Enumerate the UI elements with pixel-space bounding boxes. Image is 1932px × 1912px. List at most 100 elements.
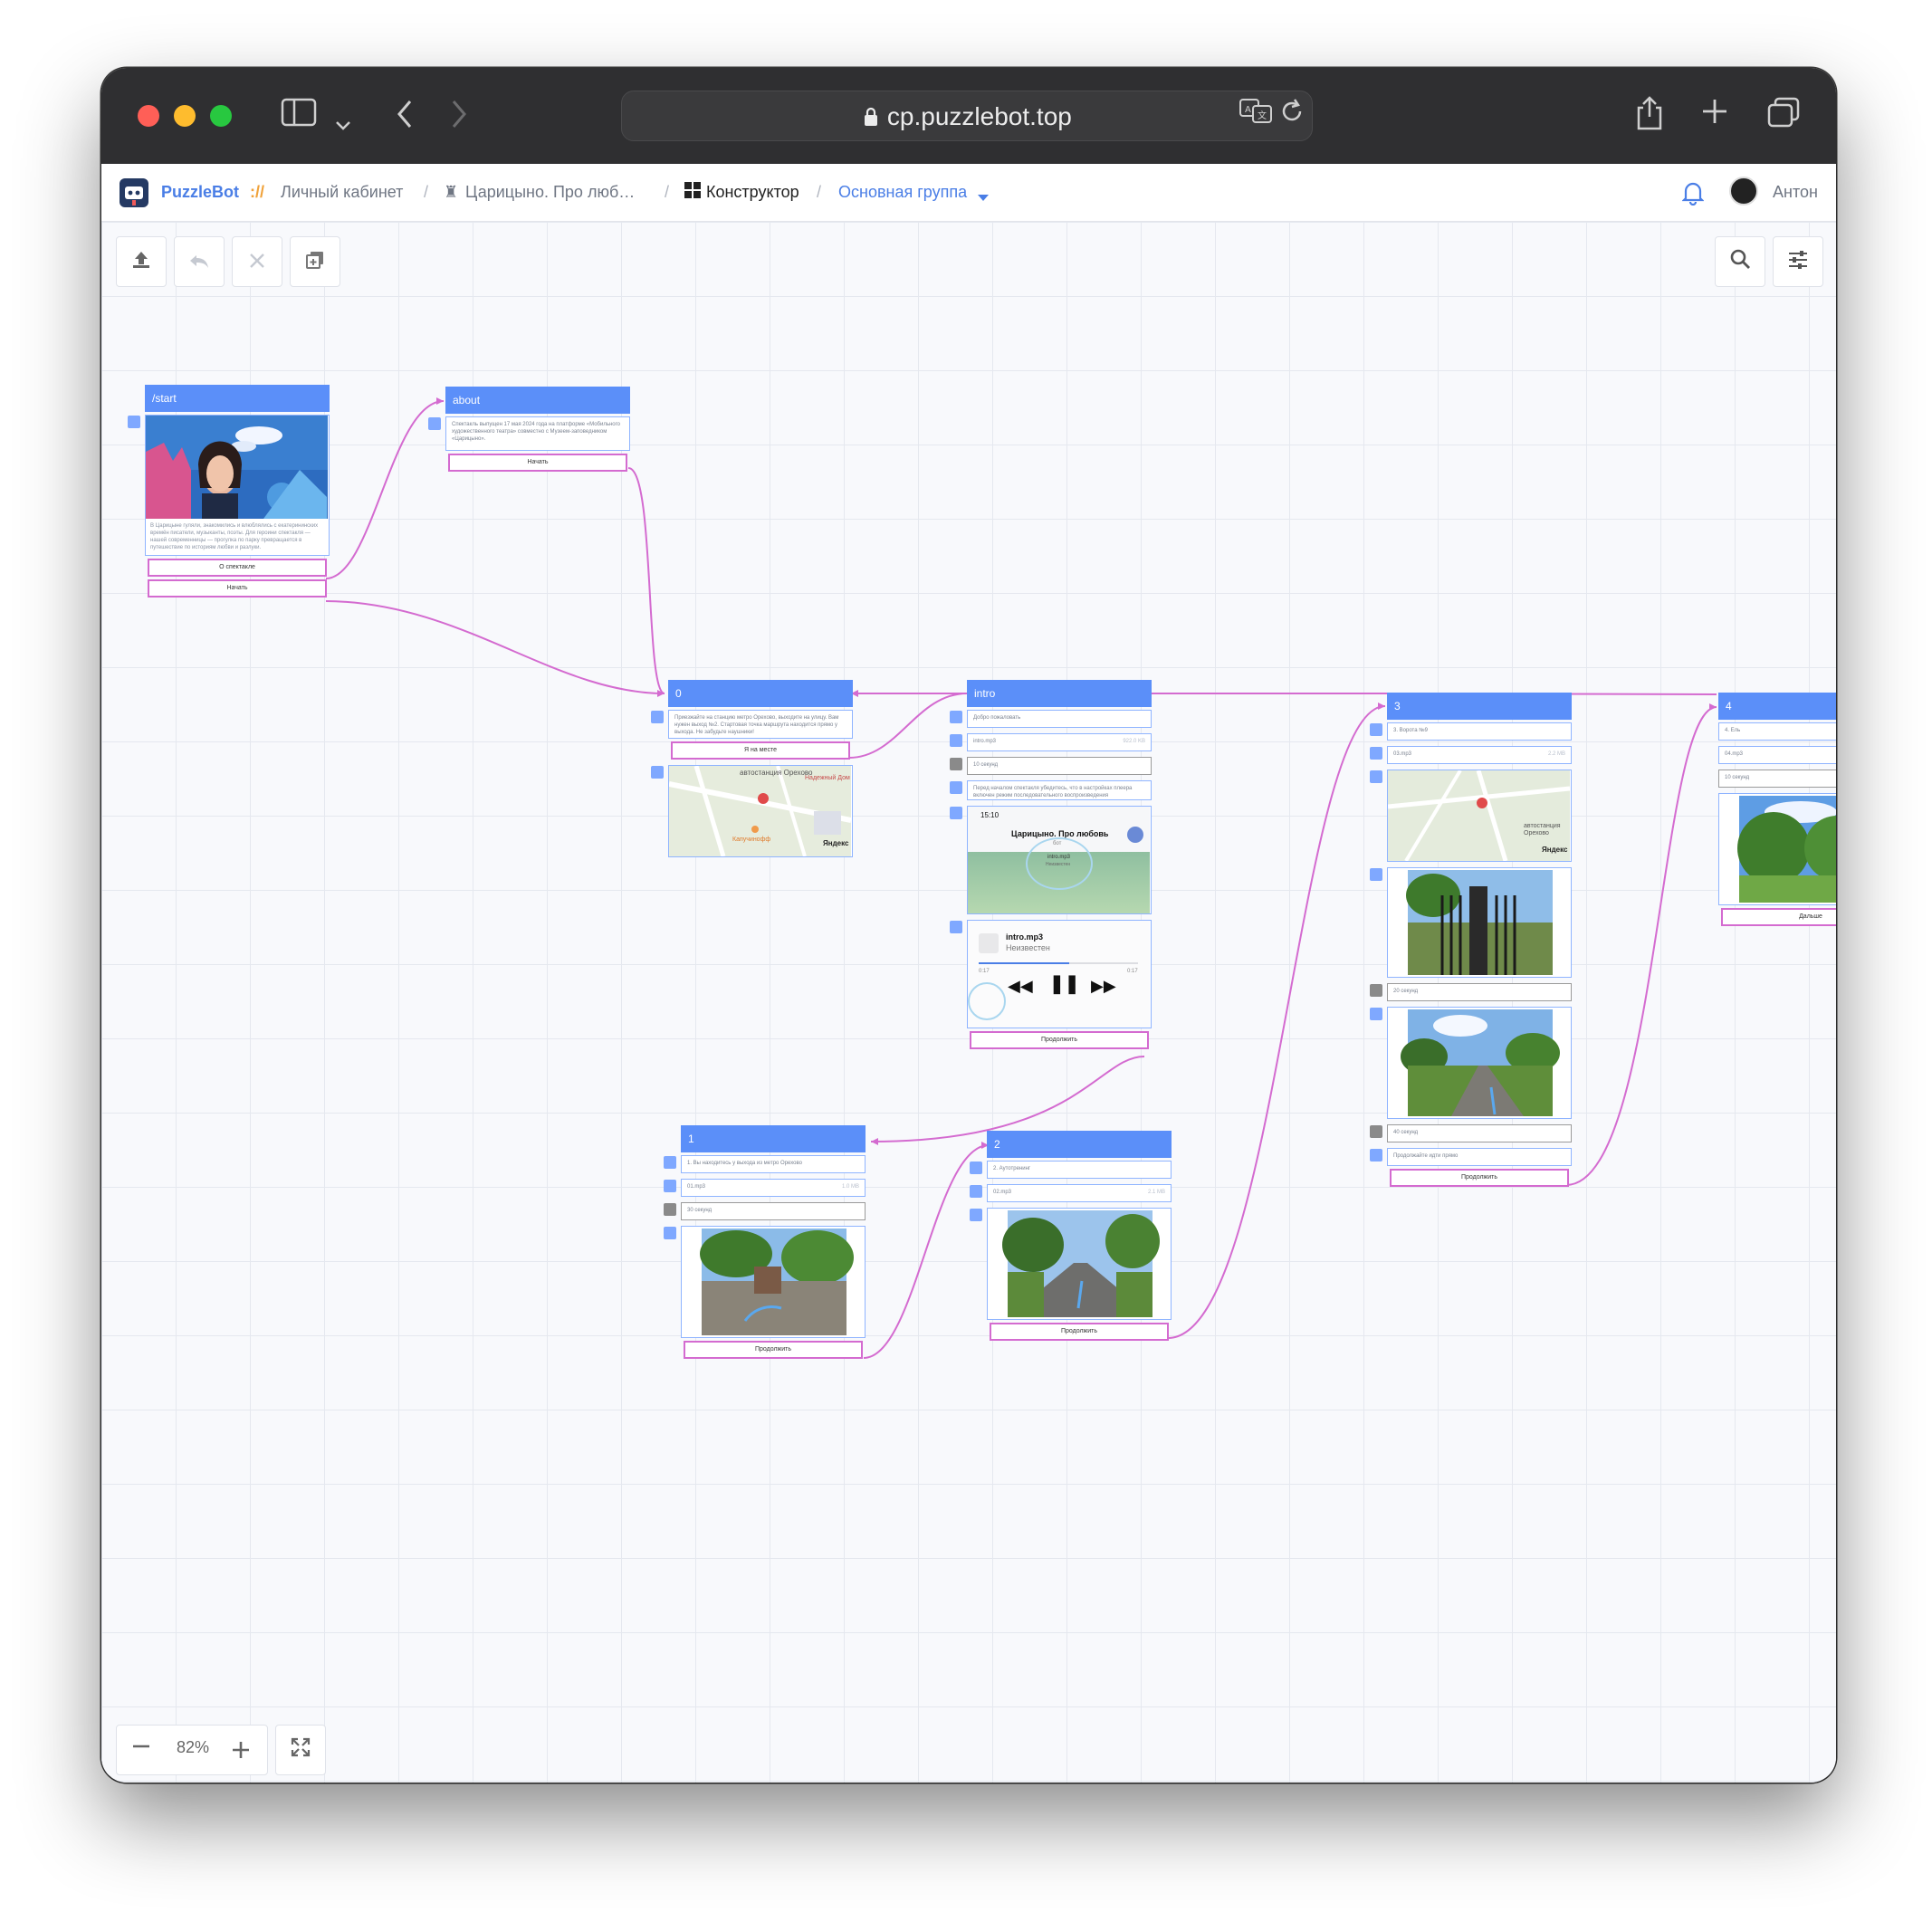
connector-3-4 xyxy=(1565,706,1717,1186)
node-start[interactable]: /start В Царицыне гуляли, знакомились и … xyxy=(128,385,330,598)
image-block[interactable] xyxy=(1370,1007,1572,1119)
text-icon xyxy=(950,711,962,723)
tab-overview-icon[interactable] xyxy=(1764,96,1803,137)
photo-path-image xyxy=(1388,1008,1570,1118)
brand-name[interactable]: PuzzleBot xyxy=(161,183,239,202)
chevron-down-icon[interactable] xyxy=(330,104,357,140)
text-block[interactable]: Приезжайте на станцию метро Орехово, вых… xyxy=(651,710,853,739)
text-block[interactable]: Продолжайте идти прямо xyxy=(1370,1148,1572,1166)
maximize-window-button[interactable] xyxy=(210,105,232,127)
delay-block[interactable]: 10 секунд xyxy=(950,757,1152,775)
node-3[interactable]: 3 3. Ворота №9 03.mp3 2.2 MB автостанция… xyxy=(1370,693,1572,1187)
audio-block[interactable]: 04.mp3 xyxy=(1718,746,1836,764)
node-text: Перед началом спектакля убедитесь, что в… xyxy=(973,786,1133,798)
text-block[interactable]: Перед началом спектакля убедитесь, что в… xyxy=(950,780,1152,800)
sidebar-toggle-icon[interactable] xyxy=(279,97,319,136)
node-4[interactable]: 4 4. Ель 04.mp3 10 секунд Дальше xyxy=(1718,693,1836,926)
text-icon xyxy=(428,417,441,430)
text-block[interactable]: 4. Ель xyxy=(1718,722,1836,741)
new-tab-icon[interactable] xyxy=(1697,97,1733,134)
timer-icon xyxy=(1370,984,1382,997)
image-block[interactable] xyxy=(1718,793,1836,905)
map-label: автостанция Орехово xyxy=(1524,823,1561,836)
connector-2-3 xyxy=(1167,705,1386,1339)
forward-icon: ▶▶ xyxy=(1091,977,1116,995)
node-intro[interactable]: intro Добро пожаловать intro.mp3 922.0 K… xyxy=(950,680,1152,1049)
image-block[interactable] xyxy=(970,1208,1172,1320)
text-block[interactable]: Спектакль выпущен 17 мая 2024 года на пл… xyxy=(428,416,630,451)
reload-icon[interactable] xyxy=(1274,97,1310,134)
delay-block[interactable]: 30 секунд xyxy=(664,1202,866,1220)
continue-button[interactable]: Продолжить xyxy=(684,1341,863,1359)
location-block[interactable]: автостанция Орехово Надежный Дом Капучин… xyxy=(651,765,853,857)
zoom-in-button[interactable] xyxy=(231,1740,251,1765)
svg-text:A: A xyxy=(1245,105,1251,115)
node-title: 0 xyxy=(668,680,853,707)
image-block[interactable] xyxy=(664,1226,866,1338)
group-selector[interactable]: Основная группа xyxy=(838,183,967,202)
share-icon[interactable] xyxy=(1631,95,1668,139)
text-block[interactable]: Добро пожаловать xyxy=(950,710,1152,728)
node-0[interactable]: 0 Приезжайте на станцию метро Орехово, в… xyxy=(651,680,853,857)
continue-button[interactable]: Продолжить xyxy=(970,1031,1149,1049)
lock-icon xyxy=(862,102,887,130)
address-bar[interactable]: cp.puzzlebot.top A文 xyxy=(621,91,1313,141)
photo-image xyxy=(988,1209,1170,1319)
here-button[interactable]: Я на месте xyxy=(671,741,850,760)
next-button[interactable]: Дальше xyxy=(1721,908,1836,926)
breadcrumb-constructor: Конструктор xyxy=(706,183,799,201)
node-about[interactable]: about Спектакль выпущен 17 мая 2024 года… xyxy=(428,387,630,472)
puzzlebot-logo-icon[interactable] xyxy=(120,178,148,207)
delay-block[interactable]: 10 секунд xyxy=(1718,770,1836,788)
node-text: Спектакль выпущен 17 мая 2024 года на пл… xyxy=(452,422,621,442)
fit-screen-button[interactable] xyxy=(275,1725,326,1775)
expand-icon xyxy=(291,1737,311,1757)
node-1[interactable]: 1 1. Вы находитесь у выхода из метро Оре… xyxy=(664,1125,866,1359)
minus-icon xyxy=(133,1745,149,1748)
text-block[interactable]: 3. Ворота №9 xyxy=(1370,722,1572,741)
flow-canvas[interactable]: /start В Царицыне гуляли, знакомились и … xyxy=(101,222,1836,1783)
continue-button[interactable]: Продолжить xyxy=(990,1323,1169,1341)
zoom-out-button[interactable] xyxy=(131,1735,151,1763)
audio-block[interactable]: intro.mp3 922.0 KB xyxy=(950,733,1152,751)
forward-icon[interactable] xyxy=(445,98,473,139)
user-name[interactable]: Антон xyxy=(1773,183,1818,202)
image-block[interactable]: 15:10 Царицыно. Про любовь бот intro.mp3… xyxy=(950,806,1152,914)
player-screenshot: intro.mp3 Неизвестен 0:17 0:17 ◀◀ ❚❚ ▶▶ xyxy=(968,921,1150,1028)
location-block[interactable]: автостанция Орехово Яндекс xyxy=(1370,770,1572,862)
time-total: 0:17 xyxy=(1127,969,1138,974)
minimize-window-button[interactable] xyxy=(174,105,196,127)
image-block[interactable]: intro.mp3 Неизвестен 0:17 0:17 ◀◀ ❚❚ ▶▶ xyxy=(950,920,1152,1028)
close-window-button[interactable] xyxy=(138,105,159,127)
image-icon xyxy=(664,1227,676,1239)
image-block[interactable]: В Царицыне гуляли, знакомились и влюблял… xyxy=(128,415,330,556)
text-block[interactable]: 1. Вы находитесь у выхода из метро Орехо… xyxy=(664,1155,866,1173)
start-button[interactable]: Начать xyxy=(148,579,327,598)
translate-icon[interactable]: A文 xyxy=(1238,97,1274,136)
back-icon[interactable] xyxy=(391,98,418,139)
bell-icon[interactable] xyxy=(1681,180,1705,210)
audio-block[interactable]: 01.mp3 1.0 MB xyxy=(664,1179,866,1197)
text-block[interactable]: 2. Аутотренинг xyxy=(970,1161,1172,1179)
node-2[interactable]: 2 2. Аутотренинг 02.mp3 2.1 MB Продолжит… xyxy=(970,1131,1172,1341)
image-block[interactable] xyxy=(1370,867,1572,978)
about-button[interactable]: О спектакле xyxy=(148,559,327,577)
breadcrumb-personal-cabinet[interactable]: Личный кабинет xyxy=(281,183,403,202)
avatar[interactable] xyxy=(1729,177,1758,206)
delay-block[interactable]: 40 секунд xyxy=(1370,1124,1572,1142)
start-button[interactable]: Начать xyxy=(448,454,627,472)
connector-start-about xyxy=(325,400,445,579)
audio-file: 02.mp3 xyxy=(993,1190,1012,1195)
audio-icon xyxy=(664,1180,676,1192)
address-url[interactable]: cp.puzzlebot.top xyxy=(622,102,1312,131)
audio-block[interactable]: 03.mp3 2.2 MB xyxy=(1370,746,1572,764)
node-title: 1 xyxy=(681,1125,866,1152)
breadcrumb-bot[interactable]: Царицыно. Про люб… xyxy=(465,183,635,202)
image-icon xyxy=(950,921,962,933)
delay-block[interactable]: 20 секунд xyxy=(1370,983,1572,1001)
text-icon xyxy=(970,1162,982,1174)
continue-button[interactable]: Продолжить xyxy=(1390,1169,1569,1187)
caret-down-icon[interactable] xyxy=(978,187,989,206)
audio-block[interactable]: 02.mp3 2.1 MB xyxy=(970,1184,1172,1202)
connector-intro-1 xyxy=(870,1056,1145,1142)
